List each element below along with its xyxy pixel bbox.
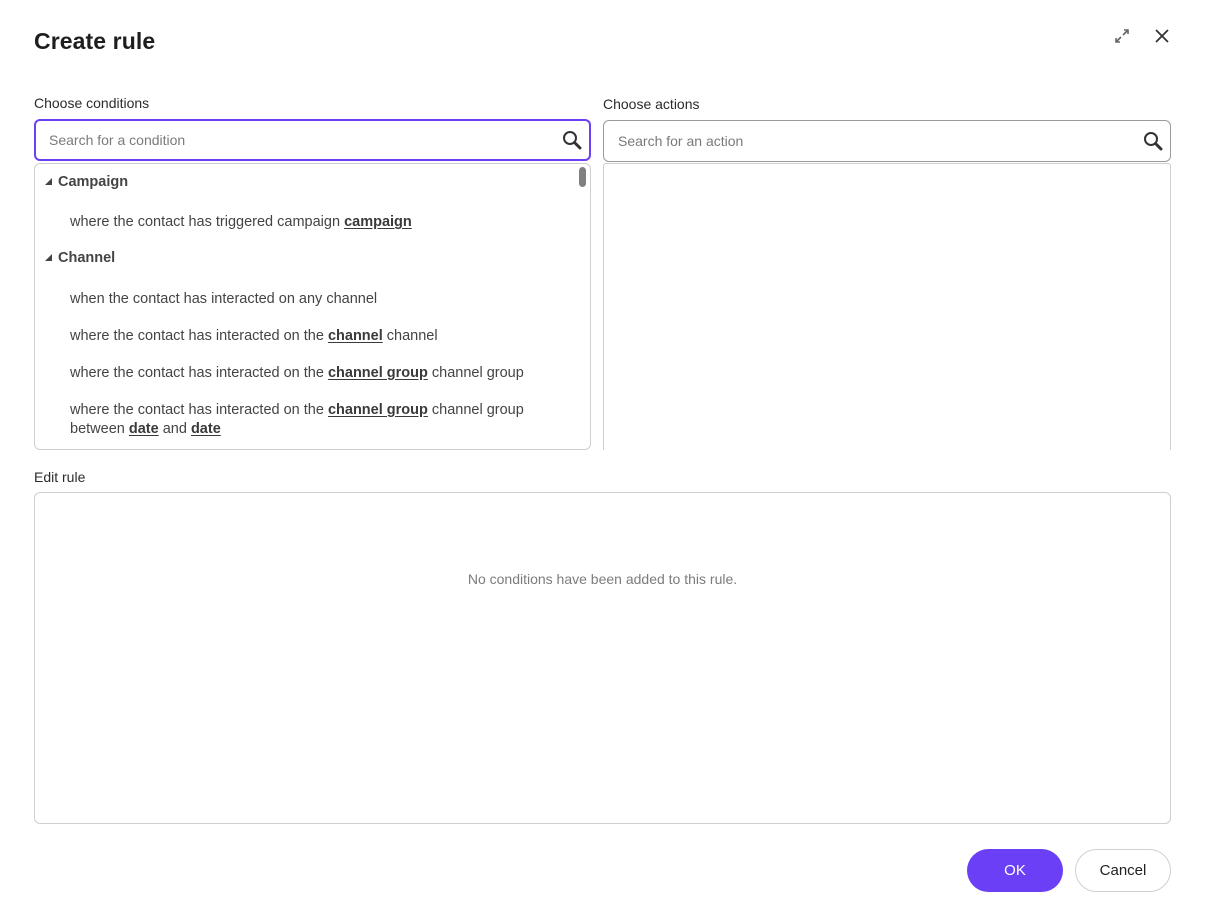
- search-icon[interactable]: [561, 129, 583, 151]
- expand-icon: [1115, 29, 1129, 43]
- condition-text: where the contact has interacted on the: [70, 402, 328, 418]
- condition-item[interactable]: where the contact has triggered campaign…: [70, 213, 570, 232]
- scrollbar-thumb[interactable]: [579, 167, 586, 187]
- cancel-button[interactable]: Cancel: [1075, 849, 1171, 892]
- condition-placeholder-link[interactable]: channel: [328, 328, 383, 344]
- dialog-title: Create rule: [34, 28, 156, 54]
- actions-label: Choose actions: [603, 96, 700, 112]
- condition-text: where the contact has interacted on the: [70, 328, 328, 344]
- condition-placeholder-link[interactable]: channel group: [328, 365, 428, 381]
- condition-placeholder-link[interactable]: channel group: [328, 402, 428, 418]
- condition-item[interactable]: where the contact has interacted on the …: [70, 327, 570, 346]
- condition-group-campaign[interactable]: Campaign: [45, 174, 128, 190]
- ok-button[interactable]: OK: [967, 849, 1063, 892]
- expand-button[interactable]: [1110, 24, 1134, 48]
- condition-text: and: [158, 421, 191, 437]
- condition-placeholder-link[interactable]: date: [191, 421, 221, 437]
- search-icon[interactable]: [1142, 130, 1164, 152]
- close-icon: [1155, 29, 1169, 43]
- condition-group-channel[interactable]: Channel: [45, 250, 115, 266]
- close-button[interactable]: [1150, 24, 1174, 48]
- conditions-scrollbar[interactable]: [579, 167, 586, 447]
- condition-item[interactable]: where the contact has interacted on the …: [70, 364, 570, 383]
- conditions-label: Choose conditions: [34, 95, 150, 111]
- collapse-triangle-icon: [45, 253, 52, 261]
- condition-text: where the contact has interacted on the: [70, 365, 328, 381]
- condition-text: channel: [382, 328, 438, 344]
- action-search-box: [603, 120, 1171, 162]
- condition-item[interactable]: where the contact has interacted on the …: [70, 401, 570, 439]
- condition-search-box: [34, 119, 591, 161]
- condition-placeholder-link[interactable]: date: [129, 421, 159, 437]
- condition-group-label: Channel: [58, 250, 116, 266]
- collapse-triangle-icon: [45, 177, 52, 185]
- condition-text: channel group: [427, 365, 524, 381]
- conditions-list-panel: Campaign where the contact has triggered …: [34, 163, 591, 450]
- condition-placeholder-link[interactable]: campaign: [344, 214, 412, 230]
- condition-text: where the contact has triggered campaign: [70, 214, 345, 230]
- edit-rule-label: Edit rule: [34, 469, 86, 485]
- condition-text: when the contact has interacted on any c…: [70, 291, 378, 307]
- edit-rule-panel: No conditions have been added to this ru…: [34, 492, 1171, 824]
- condition-item[interactable]: when the contact has interacted on any c…: [70, 290, 570, 309]
- condition-search-input[interactable]: [36, 121, 561, 159]
- empty-rule-message: No conditions have been added to this ru…: [467, 571, 738, 587]
- action-search-input[interactable]: [604, 121, 1142, 161]
- actions-list-panel: [603, 163, 1171, 450]
- condition-group-label: Campaign: [58, 174, 129, 190]
- conditions-list: Campaign where the contact has triggered …: [35, 164, 576, 449]
